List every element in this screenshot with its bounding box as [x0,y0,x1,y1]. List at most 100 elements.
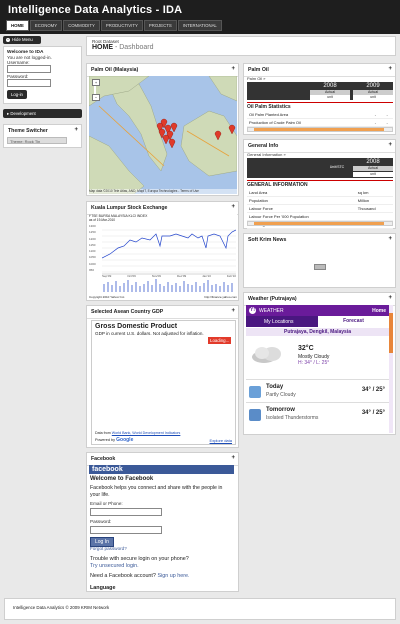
klse-chart[interactable]: FTSE BURSA MALAYSIA KLCI INDEX as of 19-… [89,214,237,300]
gdp-chart-frame: Gross Domestic Product GDP in current U.… [91,320,236,445]
explore-data-link[interactable]: Explore data [210,438,232,443]
vertical-scrollbar[interactable] [389,305,393,433]
map-zoom-controls: + − [92,79,102,101]
expand-icon[interactable]: + [388,295,392,301]
klse-link[interactable]: http://finance.yahoo.com [204,295,237,299]
gdp-heading: Gross Domestic Product [95,323,178,330]
map-view[interactable]: + − Map data ©2010 Tele Atlas, AND, MapI… [89,76,237,194]
expand-icon[interactable]: + [231,455,235,461]
expand-icon[interactable]: + [231,308,235,314]
current-temp: 32°C [298,345,314,352]
expand-icon[interactable]: + [388,142,392,148]
table-row: Labour Force Per '000 Population [247,212,393,221]
current-hilo: H: 34° / L: 25° [298,360,330,366]
gdp-source: Data from World Bank, World Development … [95,431,181,435]
table-row: Land Area sq km [247,189,393,197]
widget-title: Palm Oil + [244,64,395,77]
weather-widget: Weather (Putrajaya) + Y! WEATHER Home My … [243,292,396,435]
table-row: Population Million [247,196,393,205]
nav-economy[interactable]: ECONOMY [29,20,63,31]
klse-x-axis: Sep'09 Oct'09 Nov'09 Dec'09 Jan'10 Feb'10 [102,274,236,278]
collapse-icon: − [6,37,10,42]
nav-international[interactable]: INTERNATIONAL [177,20,222,31]
klse-widget: Kuala Lumpur Stock Exchange + FTSE BURSA … [86,201,239,301]
login-button[interactable]: Log-in [7,90,27,99]
general-info-crumb[interactable]: General Information » [247,152,286,157]
username-field[interactable] [7,65,51,73]
table-row: Labour Force Thousand [247,204,393,213]
horizontal-scrollbar[interactable] [247,127,393,132]
loading-icon [314,264,326,270]
partly-cloudy-icon [249,386,261,398]
palm-oil-year-header: 2008 2009 Actual Actual unit unit [247,82,393,100]
hide-menu-button[interactable]: − Hide Menu [3,36,41,44]
palm-oil-map-widget: Palm Oil (Malaysia) + + − Map data ©2010 … [86,63,239,196]
zoom-slider[interactable] [94,86,96,94]
google-logo-icon: Google [116,437,134,443]
login-panel: Welcome to IDA You are not logged-in. Us… [3,46,82,104]
gdp-description: GDP in current U.S. dollars. Not adjuste… [95,331,204,336]
fb-welcome: Welcome to Facebook [90,476,154,482]
tab-forecast[interactable]: Forecast [318,316,389,327]
page-footer: Intelligence Data Analytics © 2009 KRIM … [4,598,396,620]
thunderstorm-icon [249,409,261,421]
facebook-logo: facebook [89,465,234,474]
facebook-widget: Facebook + facebook Welcome to Facebook F… [86,452,239,592]
asean-gdp-widget: Selected Asean Country GDP + Gross Domest… [86,305,239,448]
klse-chart-sub: as of 19-Mar-2010 [89,218,116,222]
development-menu[interactable]: ▸ Development [3,109,82,118]
expand-icon[interactable]: + [231,204,235,210]
zoom-in-button[interactable]: + [92,79,100,86]
breadcrumb-page: Dashboard [119,44,154,51]
powered-by: Powered by Google [95,437,134,443]
expand-icon[interactable]: + [388,66,392,72]
klse-y-axis: 1300 1250 1200 1150 1100 1050 1000 950 [89,224,96,272]
nav-commodity[interactable]: COMMODITY [63,20,100,31]
weather-location: Putrajaya, Dengkil, Malaysia [246,328,389,336]
general-info-year-header: Unit/STC 2008 Actual unit [247,158,393,178]
widget-title: Soft Krim News + [248,236,392,243]
expand-icon[interactable]: + [74,127,78,133]
fb-language: Language [90,585,116,591]
map-canvas [89,76,237,194]
theme-switcher-title: Theme Switcher + [8,127,78,134]
table-row: Oil Palm Planted Area - - [247,111,393,119]
map-credit: Map data ©2010 Tele Atlas, AND, MapIT, E… [89,189,237,194]
footer-text: Intelligence Data Analytics © 2009 KRIM … [13,605,110,610]
palm-oil-table: Oil Palm Planted Area - - Production of Cr… [247,111,393,127]
fb-email-field[interactable] [90,508,162,516]
soft-krim-news-widget: Soft Krim News + [243,233,396,288]
general-info-widget: General Info + General Information » Unit… [243,139,396,229]
tab-my-locations[interactable]: My Locations [264,319,293,325]
main-nav: HOME ECONOMY COMMODITY PRODUCTIVITY PROJ… [6,20,222,31]
expand-icon[interactable]: + [231,66,235,72]
fb-password-field[interactable] [90,526,162,534]
fb-intro: Facebook helps you connect and share wit… [90,485,223,498]
zoom-out-button[interactable]: − [92,94,100,101]
klse-credit: Copyright 2010 Yahoo! Inc. [89,295,126,299]
app-title: Intelligence Data Analytics - IDA [8,4,183,16]
fb-password-label: Password: [90,519,112,524]
cloud-icon [250,343,284,365]
weather-home-link[interactable]: Home [372,308,386,314]
app-header: Intelligence Data Analytics - IDA HOME E… [0,0,400,34]
breadcrumb-home[interactable]: HOME [92,44,113,51]
breadcrumb: Root Dataset HOME - Dashboard [86,36,396,56]
fb-unsecured-link[interactable]: Try unsecured login. [90,563,139,569]
fb-forgot-link[interactable]: Forgot password? [90,546,127,551]
fb-signup-link[interactable]: Sign up here. [157,573,189,579]
horizontal-scrollbar[interactable] [247,221,393,226]
nav-home[interactable]: HOME [6,20,29,31]
nav-productivity[interactable]: PRODUCTIVITY [100,20,143,31]
nav-projects[interactable]: PROJECTS [143,20,177,31]
theme-select[interactable]: Theme: Rock Tin [7,137,67,144]
weather-header: Y! WEATHER Home [246,305,389,316]
weather-tabs: My Locations Forecast [246,316,389,327]
expand-icon[interactable]: + [388,236,392,242]
palm-oil-crumb[interactable]: Palm Oil » [247,76,265,81]
fb-email-label: Email or Phone: [90,501,123,506]
forecast-row: Today Partly Cloudy 34° / 25° [246,379,389,401]
password-field[interactable] [7,79,51,87]
theme-switcher-panel: Theme Switcher + Theme: Rock Tin [3,124,82,148]
forecast-row: Tomorrow Isolated Thunderstorms 34° / 25… [246,402,389,424]
